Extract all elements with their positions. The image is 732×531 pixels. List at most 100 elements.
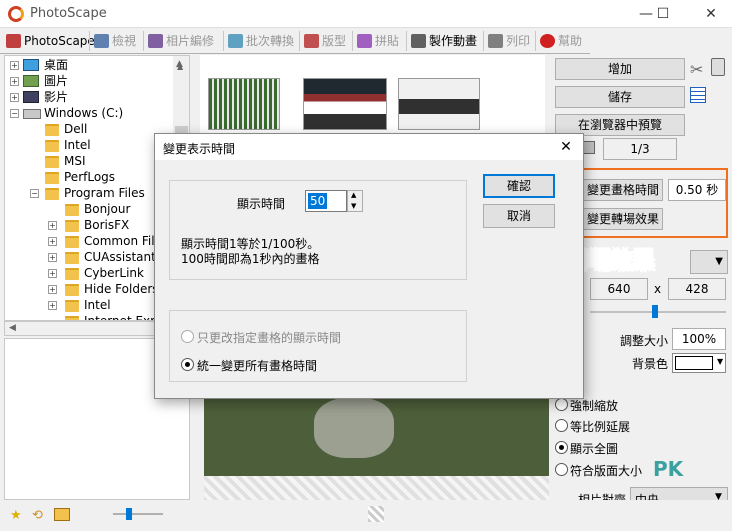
folder-icon — [65, 300, 79, 312]
star-icon[interactable]: ★ — [10, 508, 22, 523]
tree-item-borisfx[interactable]: BorisFX — [84, 217, 129, 233]
resize-field[interactable]: 100% — [672, 328, 726, 350]
tab-help[interactable]: 幫助 — [538, 30, 582, 52]
radio-show-whole[interactable] — [555, 441, 568, 454]
tree-item-perflogs[interactable]: PerfLogs — [64, 169, 115, 185]
frame-preview-image — [204, 398, 549, 476]
expand-toggle[interactable]: + — [48, 269, 57, 278]
collapse-toggle[interactable]: − — [10, 109, 19, 118]
chevron-down-icon: ▼ — [715, 256, 723, 267]
rotate-icon[interactable]: ⟲ — [32, 508, 43, 523]
tab-separator — [299, 31, 300, 51]
collapse-toggle[interactable]: − — [30, 189, 39, 198]
option-label: 統一變更所有畫格時間 — [197, 359, 318, 373]
chevron-down-icon: ▼ — [717, 357, 724, 366]
folder-icon — [65, 204, 79, 216]
cancel-button[interactable]: 取消 — [483, 204, 555, 228]
expand-toggle[interactable]: + — [48, 285, 57, 294]
radio-selected-frame-only[interactable] — [181, 330, 194, 343]
tab-print[interactable]: 列印 — [486, 30, 530, 52]
tab-animated-gif[interactable]: 製作動畫 — [409, 30, 477, 52]
close-button[interactable]: ✕ — [694, 0, 728, 28]
folder-icon — [65, 284, 79, 296]
photoscape-logo-icon — [8, 6, 24, 22]
folder-icon — [45, 172, 59, 184]
tree-item-pictures[interactable]: 圖片 — [44, 73, 68, 89]
tab-batch[interactable]: 批次轉換 — [226, 30, 294, 52]
tree-item-desktop[interactable]: 桌面 — [44, 57, 68, 73]
tree-item-intel[interactable]: Intel — [64, 137, 91, 153]
radio-proportional-stretch[interactable] — [555, 419, 568, 432]
resize-label: 調整大小 — [620, 334, 669, 348]
add-button[interactable]: 增加 — [555, 58, 685, 80]
save-button[interactable]: 儲存 — [555, 86, 685, 108]
change-display-time-dialog[interactable]: 變更表示時間 ✕ 顯示時間 50 ▲ ▼ 顯示時間1等於1/100秒。 100時… — [154, 133, 584, 399]
delete-x-icon[interactable]: ✂ — [690, 60, 703, 79]
expand-toggle[interactable]: + — [48, 253, 57, 262]
tab-viewer[interactable]: 檢視 — [92, 30, 136, 52]
fit-option-label: 符合版面大小 — [570, 464, 643, 478]
list-icon[interactable] — [690, 87, 706, 103]
tree-item-program-files[interactable]: Program Files — [64, 185, 145, 201]
tab-combine[interactable]: 拼貼 — [355, 30, 399, 52]
frame-thumbnail[interactable] — [303, 78, 387, 130]
frame-thumbnail[interactable] — [208, 78, 280, 130]
tree-item-intel-2[interactable]: Intel — [84, 297, 111, 313]
fit-option-label: 強制縮放 — [570, 399, 619, 413]
ok-button[interactable]: 確認 — [483, 174, 555, 198]
highlight-box — [576, 168, 728, 238]
tree-item-cyberlink[interactable]: CyberLink — [84, 265, 144, 281]
tree-item-bonjour[interactable]: Bonjour — [84, 201, 130, 217]
radio-fit-page[interactable] — [555, 463, 568, 476]
watermark-logo: PK — [653, 457, 684, 481]
display-time-value: 50 — [308, 193, 328, 209]
width-field[interactable]: 640 — [590, 278, 648, 300]
scroll-left-arrow-icon[interactable]: ◀ — [9, 323, 16, 333]
checkerboard-icon[interactable] — [368, 506, 384, 522]
tree-item-cuassistant[interactable]: CUAssistant — [84, 249, 156, 265]
app-title: PhotoScape — [30, 6, 107, 21]
tree-item-internet-explorer[interactable]: Internet Expl — [84, 313, 161, 320]
scroll-up-arrow-icon[interactable]: ▲ — [176, 59, 183, 69]
expand-toggle[interactable]: + — [10, 61, 19, 70]
tab-separator — [483, 31, 484, 51]
expand-toggle[interactable]: + — [10, 93, 19, 102]
tree-item-dell[interactable]: Dell — [64, 121, 87, 137]
tab-page[interactable]: 版型 — [302, 30, 346, 52]
size-slider-thumb[interactable] — [652, 305, 658, 318]
tree-item-videos[interactable]: 影片 — [44, 89, 68, 105]
status-bar: ★ ⟲ — [0, 500, 732, 531]
page-icon — [304, 34, 319, 48]
expand-toggle[interactable]: + — [10, 77, 19, 86]
transition-dropdown[interactable]: ▼ — [690, 250, 728, 274]
folder-icon — [65, 220, 79, 232]
expand-toggle[interactable]: + — [48, 237, 57, 246]
tree-item-drive-c[interactable]: Windows (C:) — [44, 105, 123, 121]
tree-item-hide-folders[interactable]: Hide Folders — [84, 281, 159, 297]
display-time-spinner[interactable]: ▲ ▼ — [347, 190, 363, 212]
maximize-button[interactable]: ☐ — [646, 0, 680, 28]
tab-separator — [223, 31, 224, 51]
expand-toggle[interactable]: + — [48, 301, 57, 310]
thumbnail-size-slider[interactable] — [113, 513, 163, 515]
radio-force-scale[interactable] — [555, 398, 568, 411]
size-slider-track[interactable] — [590, 311, 726, 313]
spin-down-icon[interactable]: ▼ — [351, 202, 356, 210]
trash-icon[interactable] — [711, 58, 725, 76]
frame-thumbnail[interactable] — [398, 78, 480, 130]
height-field[interactable]: 428 — [668, 278, 726, 300]
folder-open-icon — [45, 188, 59, 200]
tree-item-msi[interactable]: MSI — [64, 153, 86, 169]
film-icon — [411, 34, 426, 48]
radio-all-frames[interactable] — [181, 358, 194, 371]
thumbnail-size-thumb[interactable] — [126, 508, 132, 520]
background-color-picker[interactable]: ▼ — [672, 353, 726, 373]
tab-editor[interactable]: 相片編修 — [146, 30, 214, 52]
tab-photoscape[interactable]: PhotoScape — [4, 30, 95, 52]
dialog-close-button[interactable]: ✕ — [553, 136, 579, 158]
folder-icon — [45, 156, 59, 168]
folder-open-icon[interactable] — [54, 508, 70, 521]
expand-toggle[interactable]: + — [48, 221, 57, 230]
display-time-input[interactable]: 50 — [305, 190, 347, 212]
spin-up-icon[interactable]: ▲ — [351, 191, 356, 199]
